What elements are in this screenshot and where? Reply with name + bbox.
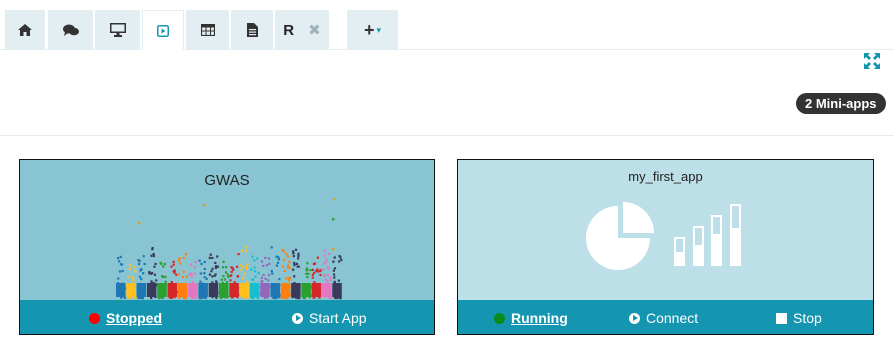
expand-arrows-icon[interactable] — [864, 53, 880, 69]
tab-chat[interactable] — [48, 10, 93, 50]
app-card-gwas[interactable]: GWAS Stopped Start App — [19, 159, 435, 335]
tab-bar: R ✖ + ▾ — [0, 0, 894, 50]
divider — [0, 135, 894, 136]
tab-home[interactable] — [5, 10, 45, 50]
table-icon — [200, 24, 215, 36]
bar-chart-icon — [674, 204, 741, 266]
start-app-label: Start App — [309, 310, 367, 326]
app-status[interactable]: Stopped — [89, 300, 162, 334]
play-square-icon — [157, 24, 169, 37]
app-thumbnail[interactable]: my_first_app — [458, 160, 873, 300]
tab-apps[interactable] — [142, 10, 184, 50]
monitor-icon — [109, 23, 126, 37]
app-status[interactable]: Running — [494, 300, 568, 334]
add-tab-button[interactable]: + ▾ — [347, 10, 398, 50]
plus-icon: + — [363, 19, 375, 40]
status-label[interactable]: Running — [511, 310, 568, 326]
stop-label: Stop — [793, 310, 822, 326]
app-footer: Stopped Start App — [20, 300, 434, 334]
stop-button[interactable]: Stop — [776, 300, 822, 334]
home-icon — [18, 24, 32, 36]
stop-icon — [776, 312, 787, 324]
chat-icon — [62, 24, 79, 36]
play-icon — [292, 312, 303, 324]
connect-label: Connect — [646, 310, 699, 326]
status-label[interactable]: Stopped — [106, 310, 162, 326]
mini-apps-count-badge: 2 Mini-apps — [796, 93, 886, 114]
tab-r-label: R — [283, 21, 295, 39]
tab-file[interactable] — [231, 10, 273, 50]
file-text-icon — [246, 23, 258, 37]
start-app-button[interactable]: Start App — [292, 300, 367, 334]
app-thumbnail[interactable]: GWAS — [20, 160, 434, 300]
tab-table[interactable] — [186, 10, 229, 50]
tab-monitor[interactable] — [95, 10, 140, 50]
chevron-down-icon: ▾ — [376, 24, 382, 35]
status-dot-icon — [494, 312, 505, 324]
connect-button[interactable]: Connect — [629, 300, 699, 334]
app-card-my-first-app[interactable]: my_first_app Running Connect Stop — [457, 159, 874, 335]
manhattan-plot-image — [116, 198, 343, 300]
close-icon[interactable]: ✖ — [308, 21, 321, 39]
status-dot-icon — [89, 312, 100, 324]
app-footer: Running Connect Stop — [458, 300, 873, 334]
play-icon — [629, 312, 640, 324]
pie-chart-icon — [586, 202, 654, 270]
tab-r[interactable]: R ✖ — [275, 10, 329, 50]
chart-placeholder-icon — [586, 202, 741, 270]
